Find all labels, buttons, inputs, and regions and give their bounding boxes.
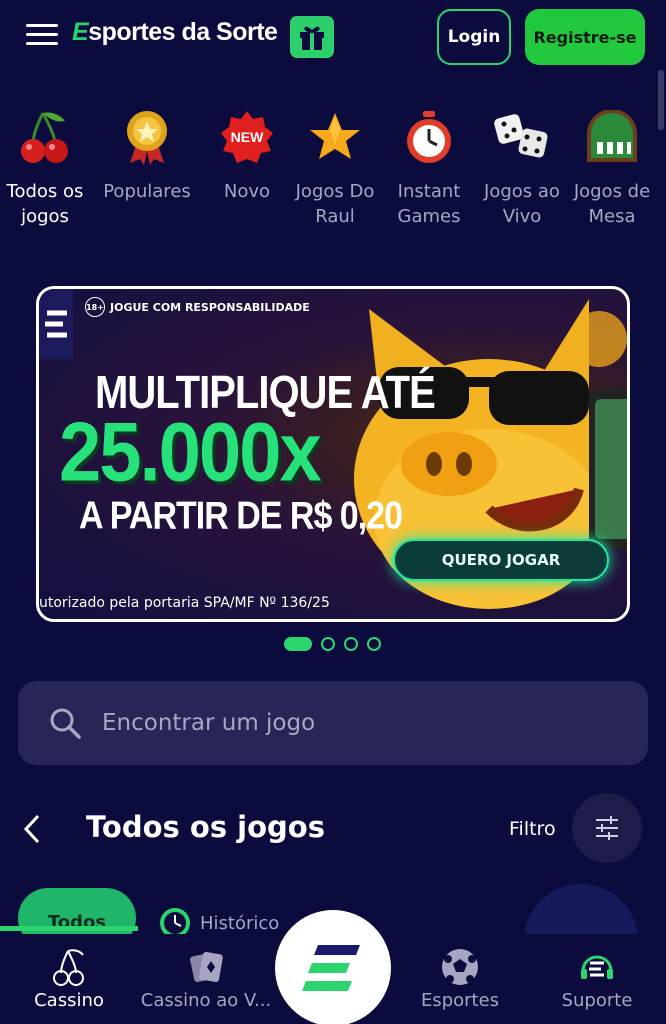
category-carousel: Todos os jogos Populares NEW Novo Jogos … xyxy=(0,105,666,265)
logo-text: sportes da Sorte xyxy=(88,18,278,46)
promo-banner[interactable]: 18+ JOGUE COM RESPONSABILIDADE MULTIPLIQ… xyxy=(36,286,630,622)
register-button[interactable]: Registre-se xyxy=(525,9,645,65)
dice-icon xyxy=(477,105,567,169)
nav-label: Esportes xyxy=(420,990,500,1011)
nav-cassino-ao-vivo[interactable]: Cassino ao V... xyxy=(138,944,274,1011)
age-badge: 18+ xyxy=(85,297,105,317)
brand-logo[interactable]: Esportes da Sorte xyxy=(72,18,278,47)
nav-cassino[interactable]: Cassino xyxy=(26,944,112,1011)
star-icon xyxy=(290,105,380,169)
category-label: Jogos ao Vivo xyxy=(484,181,560,227)
category-jogos-do-raul[interactable]: Jogos Do Raul xyxy=(290,105,380,229)
headset-icon xyxy=(550,944,644,990)
active-tab-indicator xyxy=(0,926,138,931)
category-label: Todos os jogos xyxy=(6,181,84,227)
category-populares[interactable]: Populares xyxy=(102,105,192,204)
banner-headline-line3: A PARTIR DE R$ 0,20 xyxy=(79,494,403,538)
new-badge-icon: NEW xyxy=(202,105,292,169)
home-logo-button[interactable] xyxy=(275,910,391,1024)
brand-mark-icon xyxy=(39,289,73,359)
cherry-icon xyxy=(0,105,90,169)
carousel-dot[interactable] xyxy=(344,637,358,651)
search-bar[interactable] xyxy=(18,681,648,765)
section-title: Todos os jogos xyxy=(86,810,325,844)
category-todos-os-jogos[interactable]: Todos os jogos xyxy=(0,105,90,229)
nav-label: Cassino xyxy=(34,990,104,1011)
search-icon xyxy=(50,708,81,739)
category-label: Instant Games xyxy=(397,181,461,227)
nav-suporte[interactable]: Suporte xyxy=(550,944,644,1011)
filter-label[interactable]: Filtro xyxy=(509,818,556,840)
cherry-icon xyxy=(26,944,112,990)
search-input[interactable] xyxy=(102,710,582,736)
soccer-ball-icon xyxy=(415,944,505,990)
medal-icon xyxy=(102,105,192,169)
cards-icon xyxy=(138,944,274,990)
nav-label: Suporte xyxy=(561,990,633,1011)
chip-historico-label: Histórico xyxy=(200,912,280,934)
category-label: Novo xyxy=(223,181,271,202)
logo-letter: E xyxy=(72,18,89,46)
carousel-dot[interactable] xyxy=(284,637,312,651)
carousel-dot[interactable] xyxy=(367,637,381,651)
login-button[interactable]: Login xyxy=(437,9,511,65)
category-label: Jogos de Mesa xyxy=(573,181,651,227)
brand-e-icon xyxy=(302,945,360,991)
menu-icon[interactable] xyxy=(26,24,58,48)
back-chevron-icon[interactable] xyxy=(18,810,48,850)
top-header: Esportes da Sorte Login Registre-se xyxy=(0,0,666,80)
carousel-pagination xyxy=(284,637,381,651)
category-label: Populares xyxy=(103,181,191,202)
legal-notice: utorizado pela portaria SPA/MF Nº 136/25 xyxy=(39,595,330,611)
sliders-icon xyxy=(596,816,618,840)
nav-esportes[interactable]: Esportes xyxy=(415,944,505,1011)
category-novo[interactable]: NEW Novo xyxy=(202,105,292,204)
responsibility-notice: 18+ JOGUE COM RESPONSABILIDADE xyxy=(85,297,310,317)
gift-icon[interactable] xyxy=(290,16,334,58)
stopwatch-icon xyxy=(384,105,474,169)
carousel-dot[interactable] xyxy=(321,637,335,651)
responsibility-text: JOGUE COM RESPONSABILIDADE xyxy=(110,300,310,314)
svg-text:NEW: NEW xyxy=(231,129,264,145)
filter-button[interactable] xyxy=(572,793,642,863)
category-jogos-ao-vivo[interactable]: Jogos ao Vivo xyxy=(477,105,567,229)
table-icon xyxy=(567,105,657,169)
category-instant-games[interactable]: Instant Games xyxy=(384,105,474,229)
banner-headline-multiplier: 25.000x xyxy=(59,405,322,500)
category-jogos-de-mesa[interactable]: Jogos de Mesa xyxy=(567,105,657,229)
category-label: Jogos Do Raul xyxy=(295,181,375,227)
play-now-button[interactable]: QUERO JOGAR xyxy=(393,539,609,581)
nav-label: Cassino ao V... xyxy=(140,990,272,1011)
